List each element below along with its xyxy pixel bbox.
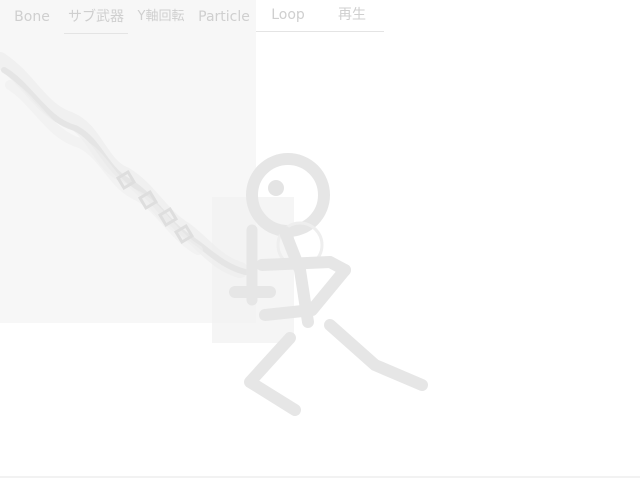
tab-particle[interactable]: Particle	[194, 0, 254, 33]
figure-leg-left	[244, 332, 301, 416]
figure-leg-right	[324, 319, 428, 391]
loop-button[interactable]: Loop	[256, 0, 320, 32]
weapon-motion-trail	[0, 52, 248, 278]
animation-canvas[interactable]: Bone サブ武器 Y軸回転 Particle Loop 再生	[0, 0, 640, 480]
tab-bone[interactable]: Bone	[8, 0, 56, 33]
figure-eye	[268, 180, 284, 196]
tab-y-rotation[interactable]: Y軸回転	[134, 0, 188, 33]
play-button[interactable]: 再生	[320, 0, 384, 32]
stick-figure-sketch	[0, 52, 428, 416]
editor-toolbar: Bone サブ武器 Y軸回転 Particle Loop 再生	[0, 0, 400, 34]
tab-sub-weapon[interactable]: サブ武器	[64, 0, 128, 34]
figure-arm-right	[256, 256, 351, 276]
timeline-divider	[0, 476, 640, 478]
